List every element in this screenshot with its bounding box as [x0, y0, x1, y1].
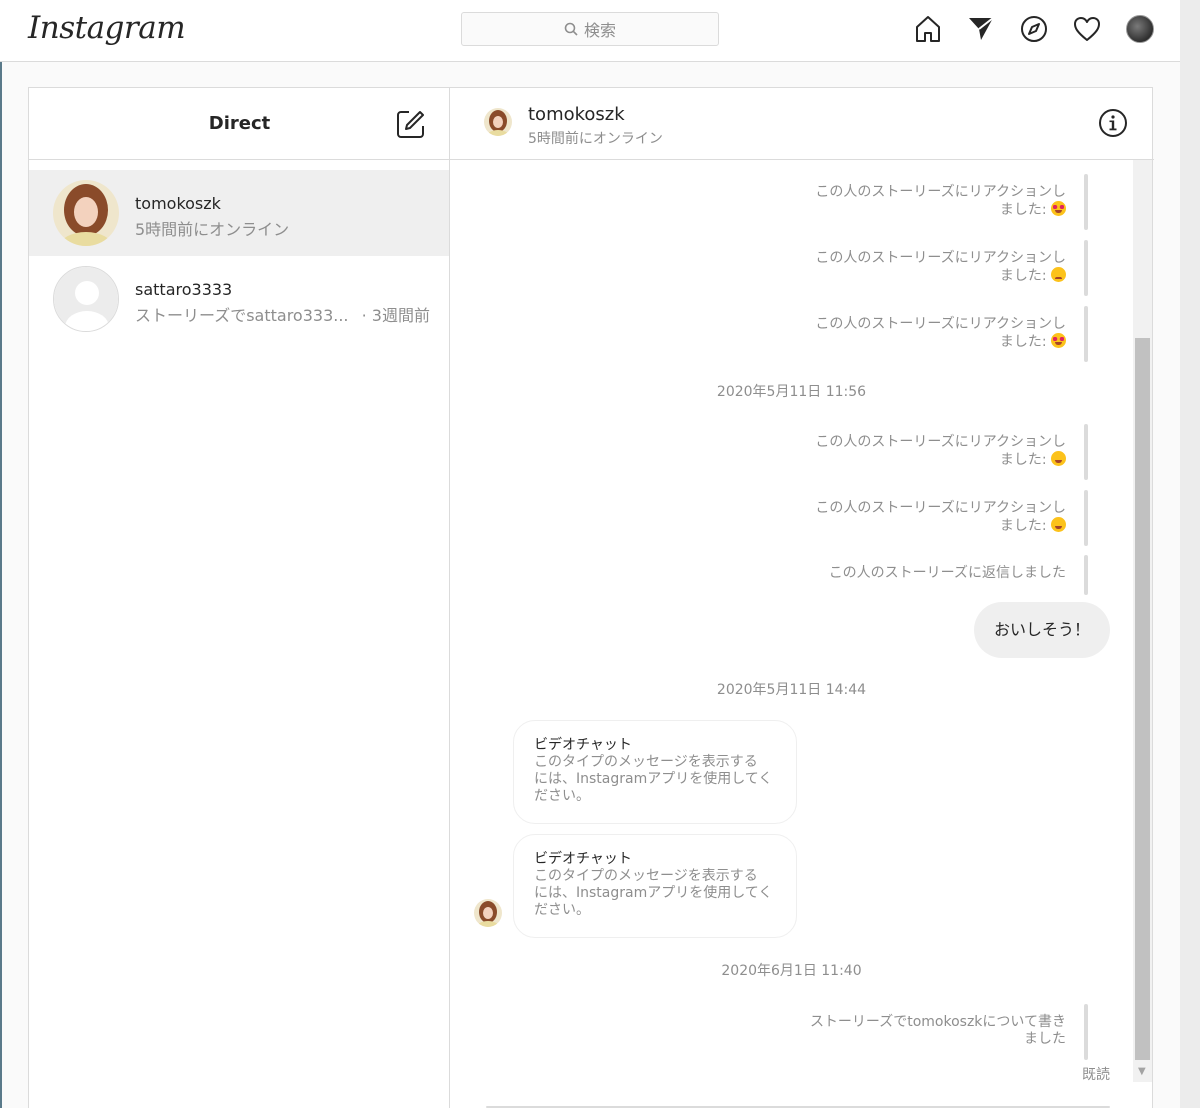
story-mention-message: ストーリーズでtomokoszkについて書き ました	[788, 1004, 1088, 1060]
story-reaction-message: この人のストーリーズにリアクションし ました:	[788, 174, 1088, 230]
message-timestamp: 2020年5月11日 11:56	[716, 384, 867, 400]
card-body: ださい。	[534, 788, 590, 804]
reaction-text: ました:	[999, 268, 1047, 284]
mention-text: ストーリーズでtomokoszkについて書き	[809, 1014, 1066, 1030]
story-reaction-message: この人のストーリーズにリアクションし ました:	[788, 306, 1088, 362]
inbox-column: Direct tomokoszk 5時間前にオンライン sattaro3333 …	[29, 88, 450, 1108]
card-title: ビデオチャット	[534, 737, 632, 753]
info-icon[interactable]	[1098, 108, 1128, 138]
reaction-text: ました:	[999, 518, 1047, 534]
messages-scrollbar[interactable]: ▼	[1133, 160, 1152, 1082]
story-reference-bar	[1084, 306, 1088, 362]
message-timestamp: 2020年5月11日 14:44	[716, 682, 867, 698]
conversation-name: tomokoszk	[135, 194, 221, 213]
story-reference-bar	[1084, 424, 1088, 480]
search-input[interactable]: 検索	[461, 12, 719, 46]
heart-eyes-emoji	[1051, 333, 1066, 348]
card-body: このタイプのメッセージを表示する	[534, 868, 758, 884]
story-reference-bar	[1084, 555, 1088, 595]
message-timestamp: 2020年6月1日 11:40	[721, 963, 862, 979]
conversation-subtitle: ストーリーズでsattaro333... · 3週間前	[135, 302, 430, 326]
story-reference-bar	[1084, 490, 1088, 546]
grinning-squint-emoji	[1051, 517, 1066, 532]
reaction-text: ました:	[999, 452, 1047, 468]
reaction-text: ました:	[999, 202, 1047, 218]
reaction-text: この人のストーリーズにリアクションし	[815, 184, 1066, 200]
card-title: ビデオチャット	[534, 851, 632, 867]
conversation-subtitle: 5時間前にオンライン	[135, 220, 290, 239]
story-reaction-message: この人のストーリーズにリアクションし ました:	[788, 424, 1088, 480]
sad-emoji	[1051, 267, 1066, 282]
reaction-text: ました:	[999, 334, 1047, 350]
avatar	[53, 266, 119, 332]
reaction-text: この人のストーリーズにリアクションし	[815, 434, 1066, 450]
inbox-header: Direct	[29, 88, 449, 160]
conversation-name: sattaro3333	[135, 280, 233, 299]
reaction-text: この人のストーリーズにリアクションし	[815, 250, 1066, 266]
story-reply-message: この人のストーリーズに返信しました	[788, 555, 1088, 595]
reaction-text: この人のストーリーズにリアクションし	[815, 500, 1066, 516]
explore-icon[interactable]	[1019, 14, 1049, 44]
compose-icon[interactable]	[395, 108, 427, 140]
story-reference-bar	[1084, 1004, 1088, 1060]
mention-text: ました	[1024, 1031, 1066, 1047]
top-navigation-bar: Instagram 検索	[0, 0, 1200, 62]
window-edge	[0, 62, 2, 1108]
scrollbar-thumb[interactable]	[1135, 338, 1150, 1060]
story-reaction-message: この人のストーリーズにリアクションし ました:	[788, 240, 1088, 296]
tears-of-joy-emoji	[1051, 451, 1066, 466]
card-body: ださい。	[534, 902, 590, 918]
thread-column: tomokoszk 5時間前にオンライン ▼ この人のストーリーズにリアクション…	[450, 88, 1154, 1108]
avatar[interactable]	[484, 108, 512, 136]
activity-heart-icon[interactable]	[1072, 14, 1102, 44]
direct-panel: Direct tomokoszk 5時間前にオンライン sattaro3333 …	[28, 87, 1154, 1108]
conversation-tomokoszk[interactable]: tomokoszk 5時間前にオンライン	[29, 170, 449, 256]
conversation-preview: ストーリーズでsattaro333...	[135, 306, 349, 325]
scroll-down-arrow[interactable]: ▼	[1138, 1066, 1146, 1077]
story-reaction-message: この人のストーリーズにリアクションし ました:	[788, 490, 1088, 546]
thread-header: tomokoszk 5時間前にオンライン	[450, 88, 1154, 160]
thread-status: 5時間前にオンライン	[528, 131, 663, 147]
seen-indicator: 既読	[1082, 1067, 1110, 1083]
video-chat-card[interactable]: ビデオチャット このタイプのメッセージを表示する には、Instagramアプリ…	[513, 720, 797, 824]
conversation-time: · 3週間前	[361, 306, 430, 325]
video-chat-card[interactable]: ビデオチャット このタイプのメッセージを表示する には、Instagramアプリ…	[513, 834, 797, 938]
avatar[interactable]	[474, 899, 502, 927]
avatar	[53, 180, 119, 246]
sent-message-bubble[interactable]: おいしそう！	[973, 602, 1110, 658]
story-reply-text: この人のストーリーズに返信しました	[828, 565, 1066, 581]
heart-eyes-emoji	[1051, 201, 1066, 216]
thread-username[interactable]: tomokoszk	[528, 104, 625, 125]
story-reference-bar	[1084, 240, 1088, 296]
conversation-sattaro3333[interactable]: sattaro3333 ストーリーズでsattaro333... · 3週間前	[29, 256, 449, 342]
direct-icon[interactable]	[966, 14, 996, 44]
card-body: このタイプのメッセージを表示する	[534, 754, 758, 770]
search-placeholder: 検索	[583, 21, 616, 40]
inbox-title: Direct	[208, 113, 271, 134]
home-icon[interactable]	[913, 14, 943, 44]
page-scrollbar[interactable]	[1180, 0, 1200, 1108]
reaction-text: この人のストーリーズにリアクションし	[815, 316, 1066, 332]
search-icon	[564, 22, 578, 36]
card-body: には、Instagramアプリを使用してく	[534, 885, 773, 901]
story-reference-bar	[1084, 174, 1088, 230]
instagram-logo[interactable]: Instagram	[28, 10, 186, 46]
profile-avatar[interactable]	[1126, 15, 1154, 43]
card-body: には、Instagramアプリを使用してく	[534, 771, 773, 787]
